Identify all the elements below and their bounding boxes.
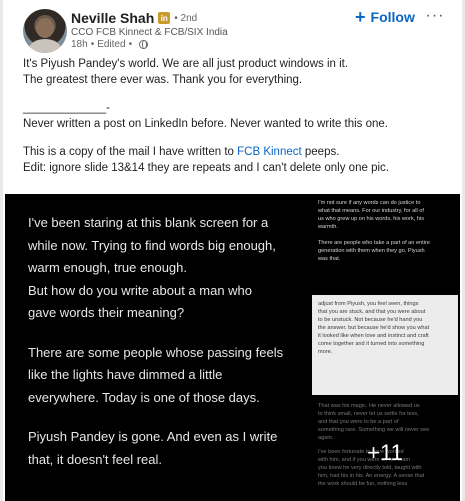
slide-text-line: that, it doesn't feel real. [28, 451, 163, 467]
slide-text-line: Piyush Pandey is gone. And even as I wri… [28, 429, 278, 444]
gallery-thumbnails: I'm not sure if any words can do justice… [312, 194, 460, 501]
thumb-text-line: I'm not sure if any words can do justice… [318, 200, 421, 206]
meta-separator: • [128, 39, 133, 50]
thumb-text-line: adjust from Piyush, you feel seen, thing… [318, 301, 419, 307]
gallery-main-image[interactable]: I've been staring at this blank screen f… [5, 194, 308, 501]
thumb-text-line: warmth. [318, 224, 338, 230]
post-text-fragment: This is a copy of the mail I have writte… [23, 146, 238, 158]
thumb-text-line: more. [318, 349, 333, 355]
more-options-icon[interactable]: ··· [423, 6, 447, 26]
slide-text-line: gave words their meaning? [28, 305, 185, 320]
thumb-text-line: There are people who take a part of an e… [318, 240, 430, 246]
slide-text-line: But how do you write about a man who [28, 282, 253, 298]
post-card: Neville Shah in • 2nd CCO FCB Kinnect & … [3, 0, 462, 501]
slide-text-line: warm enough, true enough. [28, 260, 187, 275]
avatar-face [36, 18, 54, 38]
thumb-text-line: it looked like when love and instinct an… [318, 333, 429, 339]
thumb-text-line: that you are stuck, and that you were ab… [318, 309, 426, 315]
linkedin-premium-icon: in [158, 12, 171, 24]
globe-icon [139, 40, 149, 49]
slide-text-line: There are some people whose passing feel… [28, 344, 284, 360]
post-line: Never written a post on LinkedIn before.… [23, 118, 389, 130]
gallery-thumbnail-more[interactable]: That was his magic. He never allowed us … [312, 397, 458, 501]
post-text-fragment: peeps. [301, 146, 340, 158]
slide-text-line: like the lights have dimmed a little [28, 367, 223, 382]
slide-text-line: everywhere. Today is one of those days. [28, 389, 260, 405]
avatar-shirt [29, 39, 61, 53]
post-body: It's Piyush Pandey's world. We are all j… [23, 56, 453, 176]
meta-separator: • [90, 39, 95, 50]
post-line: This is a copy of the mail I have writte… [23, 144, 453, 160]
post-divider: _____________- [23, 102, 110, 114]
image-gallery: I've been staring at this blank screen f… [5, 194, 460, 501]
post-time: 18h [71, 39, 88, 50]
slide-text-line: I've been staring at this blank screen f… [28, 215, 269, 230]
follow-label: Follow [370, 9, 415, 25]
author-name-line: Neville Shah in • 2nd [71, 9, 197, 27]
author-avatar[interactable] [23, 9, 67, 53]
plus-icon: + [355, 7, 366, 27]
thumb-text-line: generation with them when they go. Piyus… [318, 248, 425, 254]
post-meta: 18h • Edited • [71, 39, 149, 50]
gallery-thumbnail[interactable]: I'm not sure if any words can do justice… [312, 194, 458, 293]
thumb-text-line: what that means. For our industry, for a… [318, 208, 424, 214]
gallery-thumbnail[interactable]: adjust from Piyush, you feel seen, thing… [312, 295, 458, 395]
follow-button[interactable]: + Follow [355, 7, 415, 27]
post-header: Neville Shah in • 2nd CCO FCB Kinnect & … [3, 0, 462, 54]
slide-text-line: while now. Trying to find words big enou… [28, 237, 276, 253]
mention-link[interactable]: FCB Kinnect [237, 146, 302, 158]
thumb-text-line: to be unstuck. Not because he'd hand you [318, 317, 423, 323]
author-headline: CCO FCB Kinnect & FCB/SIX India [71, 27, 228, 38]
post-line: Edit: ignore slide 13&14 they are repeat… [23, 162, 389, 174]
thumb-text-line: was that. [318, 256, 341, 262]
post-line: The greatest there ever was. Thank you f… [23, 74, 303, 86]
author-name[interactable]: Neville Shah [71, 10, 154, 26]
post-line: It's Piyush Pandey's world. We are all j… [23, 58, 349, 70]
connection-degree: • 2nd [174, 12, 198, 24]
edited-label: Edited [97, 39, 126, 50]
thumb-text-line: us who grew up on his words, his work, h… [318, 216, 425, 222]
more-images-overlay[interactable]: +11 [312, 397, 458, 501]
thumb-text-line: come together and it turned into somethi… [318, 341, 425, 347]
thumb-text-line: the answer, but because he'd show you wh… [318, 325, 430, 331]
more-images-count: +11 [367, 440, 403, 465]
